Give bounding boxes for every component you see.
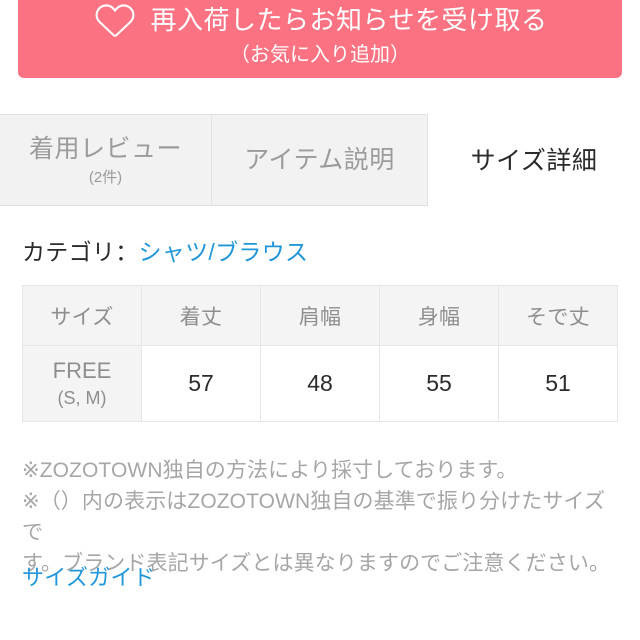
size-table-header-sleeve: そで丈 xyxy=(498,285,618,346)
tab-size-detail[interactable]: サイズ詳細 xyxy=(428,114,640,206)
favorite-main-label: 再入荷したらお知らせを受け取る xyxy=(150,5,548,35)
favorite-sub-label: （お気に入り追加） xyxy=(230,44,410,66)
tab-wear-reviews-label: 着用レビュー xyxy=(28,134,182,163)
category-link[interactable]: シャツ/ブラウス xyxy=(139,233,309,267)
size-note-line-2: ※（）内の表示はZOZOTOWN独自の基準で振り分けたサイズで xyxy=(22,490,606,544)
category-label: カテゴリ： xyxy=(22,239,139,265)
size-table-cell-size-name: FREE (S, M) xyxy=(22,345,142,422)
size-table-cell-shoulder: 48 xyxy=(260,345,380,422)
table-row: FREE (S, M) 57 48 55 51 xyxy=(22,345,618,422)
size-table-header-width: 身幅 xyxy=(379,285,499,346)
size-table-body: FREE (S, M) 57 48 55 51 xyxy=(22,345,618,422)
product-detail-tabs: 着用レビュー (2件) アイテム説明 サイズ詳細 xyxy=(0,114,640,206)
size-table-header-length: 着丈 xyxy=(141,285,261,346)
size-table-header-row: サイズ 着丈 肩幅 身幅 そで丈 xyxy=(22,285,618,346)
favorite-main-line: 再入荷したらお知らせを受け取る xyxy=(93,2,548,38)
size-measurement-table: サイズ 着丈 肩幅 身幅 そで丈 FREE (S, M) 57 48 55 51 xyxy=(22,285,618,422)
restock-notify-favorite-button[interactable]: 再入荷したらお知らせを受け取る （お気に入り追加） xyxy=(18,0,622,78)
size-table-header-shoulder: 肩幅 xyxy=(260,285,380,346)
tab-item-description[interactable]: アイテム説明 xyxy=(212,114,428,206)
size-table-cell-length: 57 xyxy=(141,345,261,422)
tab-item-description-label: アイテム説明 xyxy=(244,146,395,174)
size-table-head: サイズ 着丈 肩幅 身幅 そで丈 xyxy=(22,285,618,346)
tab-wear-reviews-count: (2件) xyxy=(88,168,123,186)
tab-size-detail-label: サイズ詳細 xyxy=(470,146,598,175)
product-size-detail-page: 再入荷したらお知らせを受け取る （お気に入り追加） 着用レビュー (2件) アイ… xyxy=(0,0,640,640)
size-note-line-1: ※ZOZOTOWN独自の方法により採寸しております。 xyxy=(22,459,518,482)
size-table-cell-sleeve: 51 xyxy=(498,345,618,422)
size-guide-link[interactable]: サイズガイド xyxy=(22,560,155,592)
size-name-sub: (S, M) xyxy=(57,388,107,408)
tab-wear-reviews[interactable]: 着用レビュー (2件) xyxy=(0,114,212,206)
size-table-cell-width: 55 xyxy=(379,345,499,422)
size-table-header-size: サイズ xyxy=(22,285,142,346)
category-row: カテゴリ： シャツ/ブラウス xyxy=(22,233,308,267)
heart-outline-icon xyxy=(95,4,134,37)
size-name-main: FREE xyxy=(52,358,112,383)
